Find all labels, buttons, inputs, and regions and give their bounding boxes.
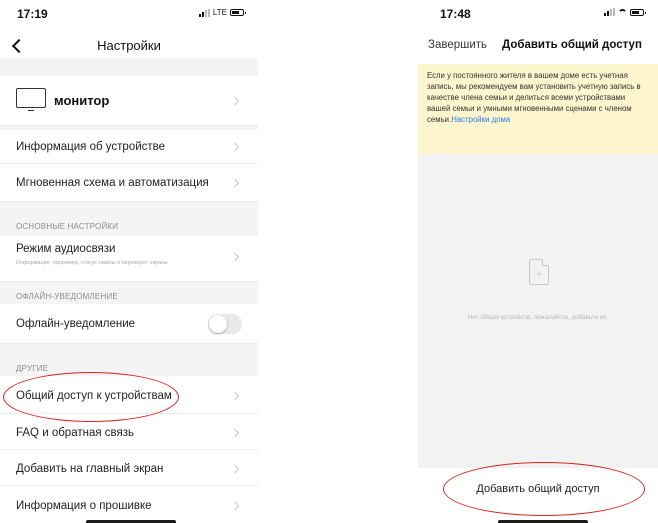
wifi-icon xyxy=(618,9,627,15)
status-time: 17:19 xyxy=(17,7,48,21)
row-label: Офлайн-уведомление xyxy=(16,318,136,330)
row-label: Общий доступ к устройствам xyxy=(16,390,172,402)
section-spacer xyxy=(0,58,258,76)
row-sublabel: Информация, например, статус лампы и пер… xyxy=(16,260,168,266)
signal-icon xyxy=(198,8,210,17)
page-title: Добавить общий доступ xyxy=(502,39,642,51)
chevron-right-icon xyxy=(230,391,240,401)
chevron-right-icon xyxy=(230,142,240,152)
row-label: Режим аудиосвязи xyxy=(16,243,116,255)
add-file-icon xyxy=(529,259,549,285)
status-bar: 17:19 LTE xyxy=(0,0,258,26)
home-settings-link[interactable]: Настройки дома xyxy=(451,115,510,124)
section-header-other: ДРУГИЕ xyxy=(16,364,49,373)
firmware-row[interactable]: Информация о прошивке xyxy=(0,486,258,523)
audio-mode-row[interactable]: Режим аудиосвязи Информация, например, с… xyxy=(0,236,258,282)
signal-icon xyxy=(604,8,615,16)
row-label: Мгновенная схема и автоматизация xyxy=(16,177,209,189)
chevron-right-icon xyxy=(230,464,240,474)
add-home-screen-row[interactable]: Добавить на главный экран xyxy=(0,450,258,486)
section-header-basic: ОСНОВНЫЕ НАСТРОЙКИ xyxy=(16,222,119,231)
add-sharing-screen: 17:48 Завершить Добавить общий доступ Ес… xyxy=(418,0,658,523)
info-notice: Если у постоянного жителя в вашем доме е… xyxy=(418,64,658,154)
status-bar: 17:48 xyxy=(418,0,658,26)
row-label: Информация об устройстве xyxy=(16,141,166,153)
device-name: монитор xyxy=(54,93,110,108)
chevron-right-icon xyxy=(230,501,240,511)
chevron-right-icon xyxy=(230,96,240,106)
add-sharing-button[interactable]: Добавить общий доступ xyxy=(458,483,618,495)
network-type: LTE xyxy=(212,8,227,17)
section-header-offline: ОФЛАЙН-УВЕДОМЛЕНИЕ xyxy=(16,292,118,301)
row-label: Информация о прошивке xyxy=(16,500,152,512)
offline-notify-toggle[interactable] xyxy=(208,314,242,334)
settings-screen: 17:19 LTE Настройки монитор Информация о… xyxy=(0,0,258,523)
status-icons xyxy=(604,8,646,16)
status-icons: LTE xyxy=(198,8,246,17)
device-sharing-row[interactable]: Общий доступ к устройствам xyxy=(0,376,258,414)
automation-row[interactable]: Мгновенная схема и автоматизация xyxy=(0,164,258,202)
row-label: FAQ и обратная связь xyxy=(16,427,134,439)
faq-row[interactable]: FAQ и обратная связь xyxy=(0,414,258,450)
empty-state-text: Нет общих устройств, пожалуйста, добавьт… xyxy=(467,314,609,321)
battery-icon xyxy=(630,8,646,16)
done-button[interactable]: Завершить xyxy=(428,39,487,51)
monitor-icon xyxy=(16,88,46,111)
row-label: Добавить на главный экран xyxy=(16,463,164,475)
bottom-bar: Добавить общий доступ xyxy=(418,468,658,523)
status-time: 17:48 xyxy=(440,7,471,21)
chevron-right-icon xyxy=(230,178,240,188)
device-info-row[interactable]: Информация об устройстве xyxy=(0,130,258,164)
nav-bar: Завершить Добавить общий доступ xyxy=(418,26,658,64)
page-title: Настройки xyxy=(97,38,161,53)
battery-icon xyxy=(230,9,246,16)
chevron-right-icon xyxy=(230,428,240,438)
chevron-right-icon xyxy=(230,252,240,262)
